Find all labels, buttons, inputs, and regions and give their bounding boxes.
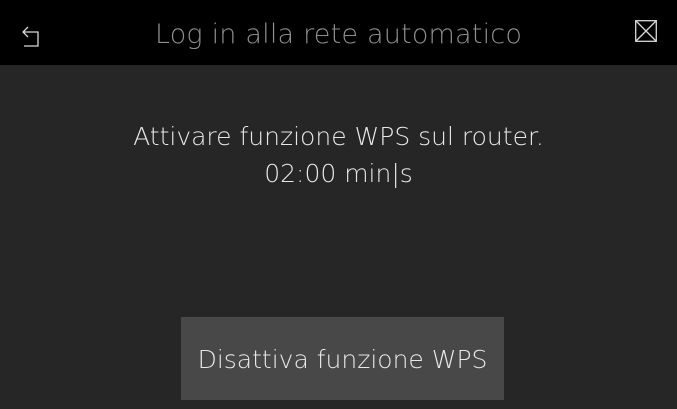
countdown-timer: 02:00 min|s [264,159,413,188]
back-button[interactable] [0,0,64,65]
close-icon [635,20,657,42]
header-bar: Log in alla rete automatico [0,0,677,65]
wps-login-screen: Log in alla rete automatico Attivare fun… [0,0,677,409]
page-title: Log in alla rete automatico [154,19,523,50]
wps-message: Attivare funzione WPS sul router. 02:00 … [0,118,677,192]
back-arrow-icon [22,26,39,47]
disable-wps-button[interactable]: Disattiva funzione WPS [181,317,504,400]
close-button[interactable] [613,0,677,65]
instruction-text: Attivare funzione WPS sul router. [133,122,544,151]
